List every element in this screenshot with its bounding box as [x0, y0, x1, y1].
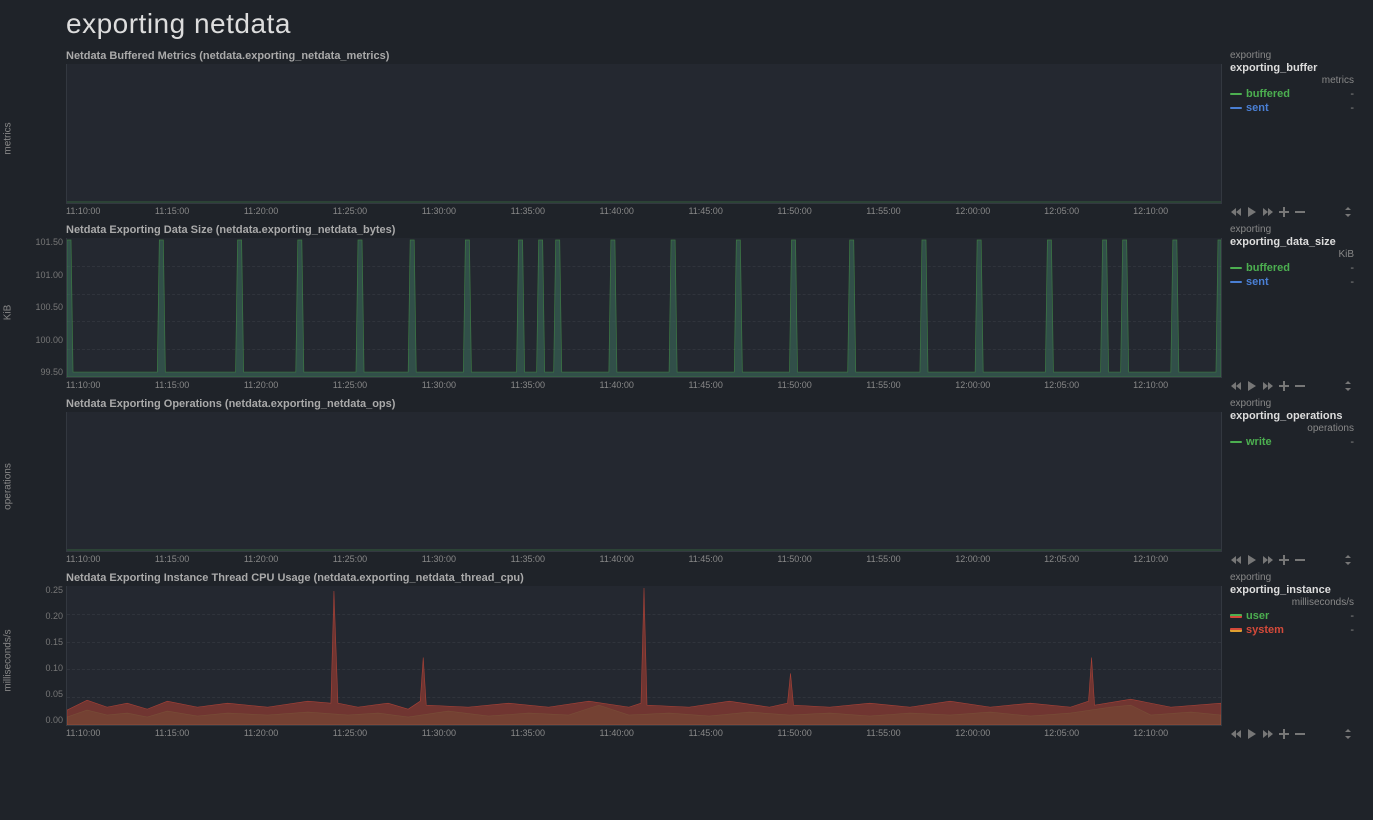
legend-color-swatch: [1230, 441, 1242, 443]
chart-title: Netdata Exporting Operations (netdata.ex…: [10, 394, 1222, 412]
legend-item[interactable]: sent-: [1230, 276, 1354, 288]
side-context: exporting: [1230, 224, 1354, 235]
play-icon[interactable]: [1246, 206, 1258, 218]
zoom-out-icon[interactable]: [1294, 554, 1306, 566]
plot-area[interactable]: 0.25 0.20 0.15 0.10 0.05 0.00: [66, 586, 1222, 726]
chart-controls: [1230, 206, 1354, 218]
chart-sidebar: exporting exporting_data_size KiB buffer…: [1222, 220, 1362, 394]
legend-item[interactable]: sent-: [1230, 102, 1354, 114]
legend-item[interactable]: buffered-: [1230, 262, 1354, 274]
rewind-icon[interactable]: [1230, 554, 1242, 566]
chart-buffered-metrics: metrics Netdata Buffered Metrics (netdat…: [0, 46, 1373, 220]
zoom-out-icon[interactable]: [1294, 728, 1306, 740]
chart-controls: [1230, 554, 1354, 566]
forward-icon[interactable]: [1262, 728, 1274, 740]
side-name: exporting_buffer: [1230, 62, 1354, 74]
forward-icon[interactable]: [1262, 554, 1274, 566]
zoom-in-icon[interactable]: [1278, 380, 1290, 392]
legend-color-swatch: [1230, 628, 1242, 632]
zoom-in-icon[interactable]: [1278, 206, 1290, 218]
ylabel: metrics: [3, 122, 14, 154]
legend-item[interactable]: system-: [1230, 624, 1354, 636]
x-axis: 11:10:0011:15:0011:20:0011:25:0011:30:00…: [66, 378, 1222, 394]
side-context: exporting: [1230, 50, 1354, 61]
y-ticks: 101.50 101.00 100.50 100.00 99.50: [23, 238, 63, 377]
legend-item[interactable]: buffered-: [1230, 88, 1354, 100]
rewind-icon[interactable]: [1230, 728, 1242, 740]
plot-area[interactable]: [66, 64, 1222, 204]
zoom-out-icon[interactable]: [1294, 380, 1306, 392]
side-name: exporting_data_size: [1230, 236, 1354, 248]
forward-icon[interactable]: [1262, 380, 1274, 392]
chart-sidebar: exporting exporting_buffer metrics buffe…: [1222, 46, 1362, 220]
zoom-in-icon[interactable]: [1278, 554, 1290, 566]
side-units: milliseconds/s: [1230, 597, 1354, 608]
side-units: KiB: [1230, 249, 1354, 260]
resize-icon[interactable]: [1342, 728, 1354, 740]
chart-cpu: milliseconds/s Netdata Exporting Instanc…: [0, 568, 1373, 742]
zoom-in-icon[interactable]: [1278, 728, 1290, 740]
chart-sidebar: exporting exporting_instance millisecond…: [1222, 568, 1362, 742]
zoom-out-icon[interactable]: [1294, 206, 1306, 218]
ylabel: KiB: [3, 305, 14, 321]
legend-color-swatch: [1230, 107, 1242, 109]
chart-ops: operations Netdata Exporting Operations …: [0, 394, 1373, 568]
resize-icon[interactable]: [1342, 206, 1354, 218]
chart-title: Netdata Exporting Instance Thread CPU Us…: [10, 568, 1222, 586]
side-units: metrics: [1230, 75, 1354, 86]
plot-area[interactable]: [66, 412, 1222, 552]
chart-title: Netdata Exporting Data Size (netdata.exp…: [10, 220, 1222, 238]
legend-item[interactable]: user-: [1230, 610, 1354, 622]
y-ticks: 0.25 0.20 0.15 0.10 0.05 0.00: [23, 586, 63, 725]
rewind-icon[interactable]: [1230, 206, 1242, 218]
side-context: exporting: [1230, 398, 1354, 409]
rewind-icon[interactable]: [1230, 380, 1242, 392]
ylabel: operations: [3, 463, 14, 510]
legend-color-swatch: [1230, 614, 1242, 618]
play-icon[interactable]: [1246, 380, 1258, 392]
x-axis: 11:10:0011:15:0011:20:0011:25:0011:30:00…: [66, 726, 1222, 742]
x-axis: 11:10:0011:15:0011:20:0011:25:0011:30:00…: [66, 552, 1222, 568]
side-context: exporting: [1230, 572, 1354, 583]
chart-sidebar: exporting exporting_operations operation…: [1222, 394, 1362, 568]
play-icon[interactable]: [1246, 728, 1258, 740]
legend-color-swatch: [1230, 267, 1242, 269]
chart-data-size: KiB Netdata Exporting Data Size (netdata…: [0, 220, 1373, 394]
resize-icon[interactable]: [1342, 554, 1354, 566]
play-icon[interactable]: [1246, 554, 1258, 566]
legend-color-swatch: [1230, 93, 1242, 95]
chart-controls: [1230, 380, 1354, 392]
chart-title: Netdata Buffered Metrics (netdata.export…: [10, 46, 1222, 64]
plot-area[interactable]: 101.50 101.00 100.50 100.00 99.50: [66, 238, 1222, 378]
side-name: exporting_operations: [1230, 410, 1354, 422]
side-units: operations: [1230, 423, 1354, 434]
resize-icon[interactable]: [1342, 380, 1354, 392]
chart-controls: [1230, 728, 1354, 740]
legend-color-swatch: [1230, 281, 1242, 283]
legend-item[interactable]: write-: [1230, 436, 1354, 448]
ylabel: milliseconds/s: [3, 629, 14, 691]
side-name: exporting_instance: [1230, 584, 1354, 596]
page-title: exporting netdata: [0, 0, 1373, 46]
x-axis: 11:10:0011:15:0011:20:0011:25:0011:30:00…: [66, 204, 1222, 220]
forward-icon[interactable]: [1262, 206, 1274, 218]
